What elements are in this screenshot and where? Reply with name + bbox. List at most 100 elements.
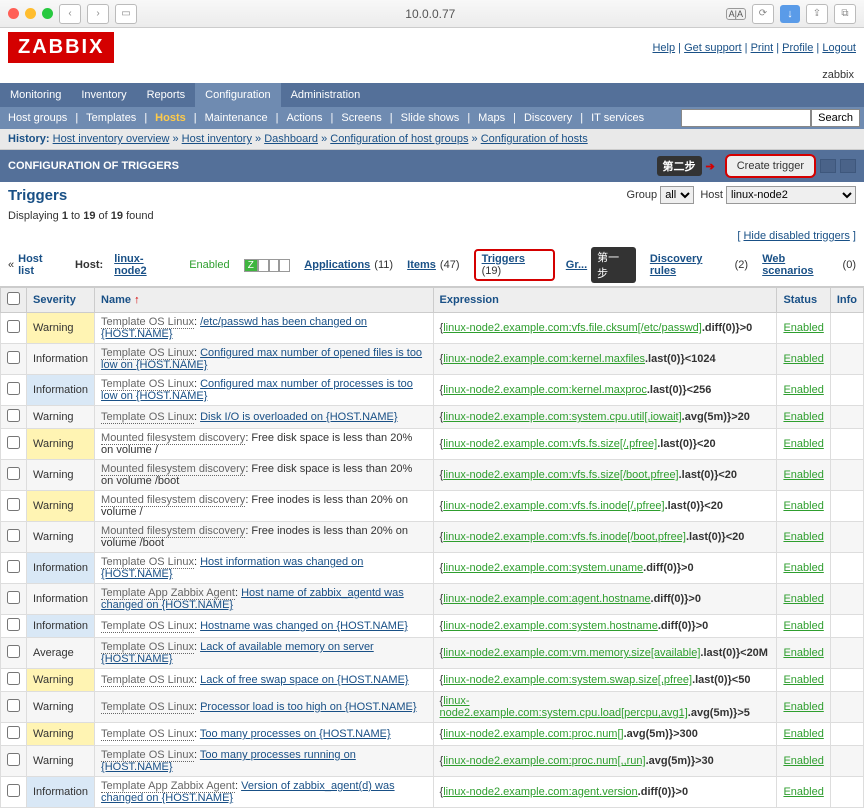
fullscreen-icon[interactable] [820,159,836,173]
hist-1[interactable]: Host inventory [182,133,252,145]
select-all[interactable] [7,292,20,305]
expression-link[interactable]: linux-node2.example.com:system.cpu.util[… [443,411,681,423]
row-checkbox[interactable] [7,351,20,364]
expression-link[interactable]: linux-node2.example.com:kernel.maxproc [443,384,647,396]
sn-screens[interactable]: Screens [333,107,389,129]
discovery-link[interactable]: Discovery rules [650,253,731,277]
expression-link[interactable]: linux-node2.example.com:proc.num[] [443,728,623,740]
download-button[interactable]: ↓ [780,5,800,23]
row-checkbox[interactable] [7,560,20,573]
support-link[interactable]: Get support [684,42,741,54]
url-bar[interactable]: 10.0.0.77 [143,7,718,21]
status-link[interactable]: Enabled [783,469,823,481]
status-link[interactable]: Enabled [783,620,823,632]
tabs-button[interactable]: ⧉ [834,4,856,24]
expression-link[interactable]: linux-node2.example.com:vfs.fs.size[/boo… [443,469,678,481]
sidebar-button[interactable]: ▭ [115,4,137,24]
status-link[interactable]: Enabled [783,755,823,767]
trigger-name-link[interactable]: Processor load is too high on {HOST.NAME… [200,701,416,713]
col-severity[interactable]: Severity [27,288,95,313]
trigger-name-link[interactable]: Too many processes on {HOST.NAME} [200,728,391,740]
host-select[interactable]: linux-node2 [726,186,856,204]
row-checkbox[interactable] [7,320,20,333]
row-checkbox[interactable] [7,382,20,395]
row-checkbox[interactable] [7,699,20,712]
traffic-min[interactable] [25,8,36,19]
row-checkbox[interactable] [7,726,20,739]
expression-link[interactable]: linux-node2.example.com:vfs.fs.size[/,pf… [443,438,657,450]
search-input[interactable] [681,109,811,127]
col-info[interactable]: Info [830,288,863,313]
hist-4[interactable]: Configuration of hosts [481,133,588,145]
status-link[interactable]: Enabled [783,353,823,365]
expression-link[interactable]: linux-node2.example.com:vfs.fs.inode[/,p… [443,500,664,512]
hide-disabled-link[interactable]: Hide disabled triggers [743,230,849,242]
expression-link[interactable]: linux-node2.example.com:vm.memory.size[a… [443,647,700,659]
expression-link[interactable]: linux-node2.example.com:agent.hostname [443,593,650,605]
expression-link[interactable]: linux-node2.example.com:system.hostname [443,620,658,632]
template-link[interactable]: Template OS Linux [101,701,194,714]
sn-discovery[interactable]: Discovery [516,107,580,129]
trigger-name-link[interactable]: Lack of free swap space on {HOST.NAME} [200,674,409,686]
row-checkbox[interactable] [7,645,20,658]
status-link[interactable]: Enabled [783,786,823,798]
status-link[interactable]: Enabled [783,728,823,740]
nav-reports[interactable]: Reports [137,83,196,107]
items-link[interactable]: Items [407,259,436,271]
expression-link[interactable]: linux-node2.example.com:system.swap.size… [443,674,692,686]
reload-button[interactable]: ⟳ [752,4,774,24]
col-name[interactable]: Name ↑ [95,288,434,313]
status-link[interactable]: Enabled [783,384,823,396]
sn-templates[interactable]: Templates [78,107,144,129]
row-checkbox[interactable] [7,409,20,422]
sn-maps[interactable]: Maps [470,107,513,129]
expression-link[interactable]: linux-node2.example.com:proc.num[,,run] [443,755,645,767]
search-button[interactable]: Search [811,109,860,127]
graphs-link[interactable]: Gr... [566,259,587,271]
nav-configuration[interactable]: Configuration [195,83,280,107]
sn-itservices[interactable]: IT services [583,107,652,129]
row-checkbox[interactable] [7,753,20,766]
profile-link[interactable]: Profile [782,42,813,54]
expression-link[interactable]: linux-node2.example.com:system.cpu.load[… [440,695,688,719]
expression-link[interactable]: linux-node2.example.com:agent.version [443,786,637,798]
expression-link[interactable]: linux-node2.example.com:vfs.fs.inode[/bo… [443,531,686,543]
group-select[interactable]: all [660,186,694,204]
row-checkbox[interactable] [7,529,20,542]
row-checkbox[interactable] [7,784,20,797]
web-link[interactable]: Web scenarios [762,253,838,277]
hist-3[interactable]: Configuration of host groups [330,133,468,145]
expression-link[interactable]: linux-node2.example.com:kernel.maxfiles [443,353,645,365]
template-link[interactable]: Template OS Linux [101,620,194,633]
row-checkbox[interactable] [7,498,20,511]
row-checkbox[interactable] [7,467,20,480]
status-link[interactable]: Enabled [783,562,823,574]
status-link[interactable]: Enabled [783,593,823,605]
sn-actions[interactable]: Actions [278,107,330,129]
host-list-link[interactable]: Host list [18,253,61,277]
row-checkbox[interactable] [7,436,20,449]
status-link[interactable]: Enabled [783,322,823,334]
nav-inventory[interactable]: Inventory [71,83,136,107]
expression-link[interactable]: linux-node2.example.com:system.uname [443,562,643,574]
row-checkbox[interactable] [7,591,20,604]
col-status[interactable]: Status [777,288,830,313]
col-expression[interactable]: Expression [433,288,777,313]
reader-icon[interactable]: A|A [726,8,746,20]
apps-link[interactable]: Applications [304,259,370,271]
forward-button[interactable]: › [87,4,109,24]
create-trigger-button[interactable]: Create trigger [725,154,816,178]
template-link[interactable]: Template OS Linux [101,728,194,741]
status-link[interactable]: Enabled [783,531,823,543]
sn-hosts[interactable]: Hosts [147,107,194,129]
template-link[interactable]: Template OS Linux [101,674,194,687]
trigger-name-link[interactable]: Hostname was changed on {HOST.NAME} [200,620,408,632]
traffic-close[interactable] [8,8,19,19]
nav-monitoring[interactable]: Monitoring [0,83,71,107]
expression-link[interactable]: linux-node2.example.com:vfs.file.cksum[/… [443,322,702,334]
template-link[interactable]: Template OS Linux [101,411,194,424]
traffic-max[interactable] [42,8,53,19]
sn-maintenance[interactable]: Maintenance [197,107,276,129]
sn-hostgroups[interactable]: Host groups [0,107,75,129]
row-checkbox[interactable] [7,672,20,685]
